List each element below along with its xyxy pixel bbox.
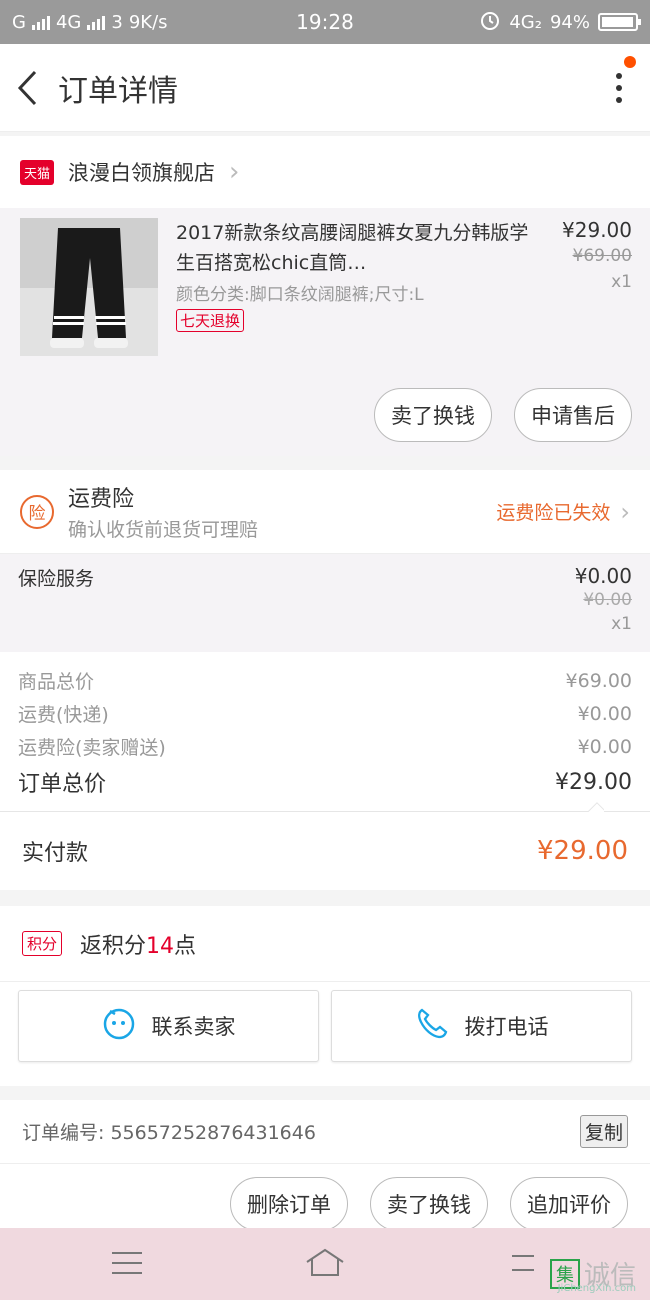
signal-icon-2	[87, 14, 106, 30]
product-card: 2017新款条纹高腰阔腿裤女夏九分韩版学生百搭宽松chic直筒… 颜色分类:脚口…	[0, 208, 650, 456]
service-quantity: x1	[611, 614, 632, 634]
goods-total-value: ¥69.00	[565, 669, 632, 692]
summary-notch	[588, 802, 604, 812]
insurance-status-text: 运费险已失效	[496, 502, 611, 524]
insurance-fee-line: 运费险(卖家赠送) ¥0.00	[18, 730, 632, 763]
product-thumbnail[interactable]	[20, 218, 158, 356]
more-menu-icon[interactable]	[604, 72, 634, 103]
order-total-label: 订单总价	[18, 772, 107, 797]
product-title: 2017新款条纹高腰阔腿裤女夏九分韩版学生百搭宽松chic直筒…	[176, 222, 529, 274]
home-icon[interactable]	[304, 1246, 346, 1282]
network-label: 4G	[55, 11, 82, 33]
add-review-button[interactable]: 追加评价	[510, 1177, 628, 1231]
shop-name: 浪漫白领旗舰店	[68, 161, 216, 185]
chevron-right-icon: ›	[620, 497, 630, 526]
order-total-line: 订单总价 ¥29.00	[18, 763, 632, 801]
call-button[interactable]: 拨打电话	[331, 990, 632, 1062]
insurance-icon: 险	[20, 494, 54, 529]
goods-total-line: 商品总价 ¥69.00	[18, 664, 632, 697]
return-tag: 七天退换	[176, 309, 245, 332]
shipping-value: ¥0.00	[577, 702, 632, 725]
watermark-sub: JiChengXin.com	[557, 1283, 636, 1294]
network-label-2: 3	[111, 11, 123, 33]
shipping-label: 运费(快递)	[18, 704, 109, 726]
clock: 19:28	[296, 10, 354, 34]
sell-button[interactable]: 卖了换钱	[374, 388, 492, 442]
insurance-fee-label: 运费险(卖家赠送)	[18, 737, 166, 759]
product-price-block: ¥29.00 ¥69.00 x1	[534, 218, 632, 356]
menu-icon[interactable]	[112, 1252, 142, 1274]
status-left: G 4G 3 9K/s	[12, 12, 168, 33]
shipping-insurance-row[interactable]: 险 运费险 确认收货前退货可理赔 运费险已失效 ›	[0, 470, 650, 554]
sell-again-button[interactable]: 卖了换钱	[370, 1177, 488, 1231]
points-prefix: 返积分	[80, 933, 147, 959]
contact-seller-button[interactable]: 联系卖家	[18, 990, 319, 1062]
nav-bar: 订单详情	[0, 44, 650, 132]
product-info[interactable]: 2017新款条纹高腰阔腿裤女夏九分韩版学生百搭宽松chic直筒… 颜色分类:脚口…	[176, 218, 534, 356]
insurance-status: 运费险已失效 ›	[496, 498, 630, 526]
shipping-line: 运费(快递) ¥0.00	[18, 697, 632, 730]
chevron-right-icon: ›	[229, 157, 240, 187]
product-original-price: ¥69.00	[572, 246, 632, 266]
watermark-logo: 集 诚信 JiChengXin.com	[549, 1255, 636, 1294]
back-icon[interactable]	[16, 68, 46, 108]
points-row: 积分 返积分14点	[0, 906, 650, 982]
system-nav-bar: 集 诚信 JiChengXin.com	[0, 1228, 650, 1300]
order-number-row: 订单编号: 55657252876431646 复制	[0, 1100, 650, 1164]
paid-row: 实付款 ¥29.00	[0, 812, 650, 890]
service-price: ¥0.00	[574, 564, 632, 588]
status-right: 4G₂ 94%	[479, 9, 641, 36]
points-text: 返积分14点	[80, 928, 196, 960]
after-sale-button[interactable]: 申请售后	[514, 388, 632, 442]
contact-seller-label: 联系卖家	[151, 1016, 236, 1039]
back-nav-icon[interactable]	[508, 1250, 538, 1280]
product-price: ¥29.00	[562, 218, 632, 242]
contact-row: 联系卖家 拨打电话	[0, 982, 650, 1086]
copy-button[interactable]: 复制	[579, 1115, 628, 1148]
insurance-fee-value: ¥0.00	[577, 735, 632, 758]
alarm-icon	[479, 9, 501, 36]
points-count: 14	[146, 933, 175, 959]
speed-label: 9K/s	[128, 11, 168, 33]
insurance-title: 运费险	[68, 487, 135, 512]
paid-amount: ¥29.00	[537, 836, 628, 866]
goods-total-label: 商品总价	[18, 671, 95, 693]
carrier-label: G	[12, 11, 26, 33]
network-label-3: 4G₂	[509, 11, 542, 33]
battery-icon	[598, 13, 641, 31]
order-number: 订单编号: 55657252876431646	[22, 1122, 316, 1144]
notification-dot	[624, 56, 636, 68]
product-quantity: x1	[611, 272, 632, 292]
tmall-badge: 天猫	[20, 159, 55, 185]
battery-percent: 94%	[549, 11, 590, 33]
service-original-price: ¥0.00	[583, 590, 632, 610]
status-bar: G 4G 3 9K/s 19:28 4G₂ 94%	[0, 0, 650, 44]
paid-label: 实付款	[22, 841, 89, 866]
order-total-value: ¥29.00	[555, 769, 632, 795]
insurance-service-row: 保险服务 ¥0.00 ¥0.00 x1	[0, 554, 650, 652]
signal-icon	[31, 14, 50, 30]
price-summary: 商品总价 ¥69.00 运费(快递) ¥0.00 运费险(卖家赠送) ¥0.00…	[0, 652, 650, 812]
call-label: 拨打电话	[464, 1016, 549, 1039]
page-title: 订单详情	[58, 73, 178, 109]
chat-icon	[102, 1006, 136, 1046]
points-suffix: 点	[174, 933, 197, 959]
insurance-subtitle: 确认收货前退货可理赔	[68, 519, 259, 541]
shop-row[interactable]: 天猫 浪漫白领旗舰店 ›	[0, 136, 650, 208]
service-label: 保险服务	[18, 568, 95, 590]
product-spec: 颜色分类:脚口条纹阔腿裤;尺寸:L	[176, 285, 424, 305]
points-badge: 积分	[22, 931, 63, 956]
phone-icon	[415, 1006, 449, 1046]
delete-order-button[interactable]: 删除订单	[230, 1177, 348, 1231]
